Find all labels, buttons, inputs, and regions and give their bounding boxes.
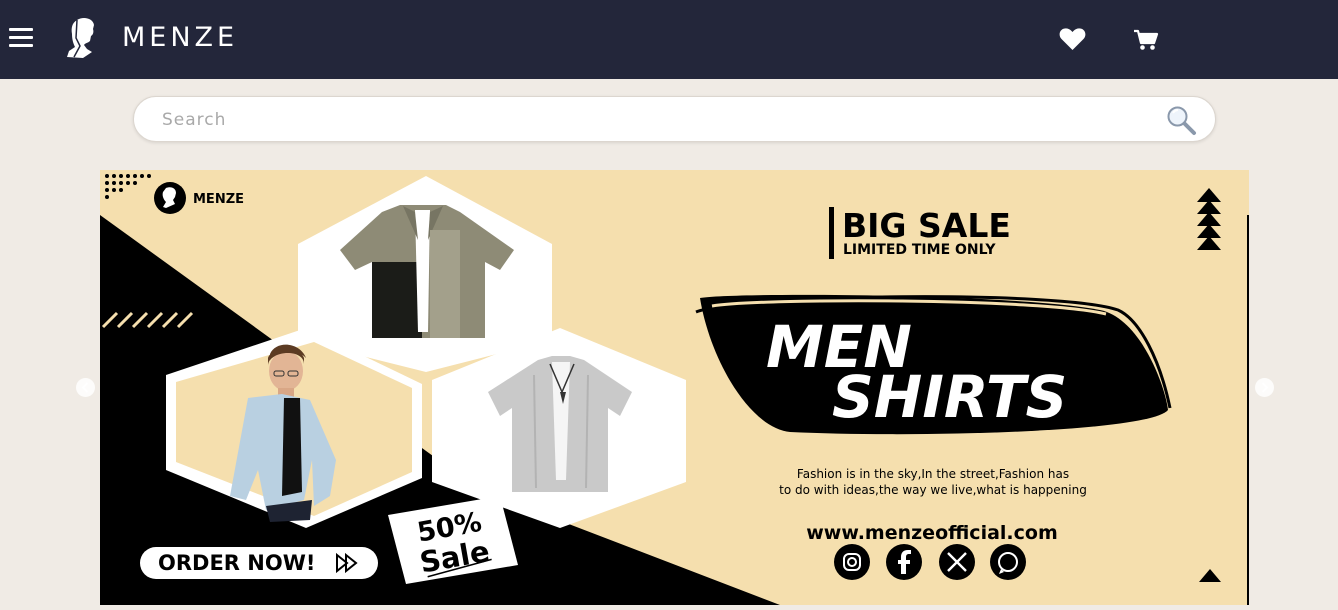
instagram-icon bbox=[834, 544, 870, 580]
limited-time-text: LIMITED TIME ONLY bbox=[843, 242, 996, 258]
order-now-label: ORDER NOW! bbox=[158, 551, 315, 575]
search-bar bbox=[133, 96, 1216, 142]
hamburger-menu-icon[interactable] bbox=[9, 28, 33, 48]
shirts-title: SHIRTS bbox=[832, 363, 1067, 431]
tagline-line-2: to do with ideas,the way we live,what is… bbox=[779, 483, 1087, 497]
order-now-button[interactable]: ORDER NOW! bbox=[140, 547, 378, 579]
chevron-right-icon bbox=[1261, 382, 1269, 393]
whatsapp-icon bbox=[990, 544, 1026, 580]
search-input[interactable] bbox=[162, 106, 1142, 134]
tagline-line-1: Fashion is in the sky,In the street,Fash… bbox=[797, 467, 1069, 481]
cart-icon[interactable] bbox=[1133, 29, 1159, 51]
magnifier-icon[interactable] bbox=[1165, 104, 1197, 136]
carousel-prev-button[interactable] bbox=[76, 378, 95, 397]
big-sale-heading: BIG SALE bbox=[842, 206, 1011, 245]
heart-icon[interactable] bbox=[1059, 27, 1086, 51]
banner-logo-text: MENZE bbox=[193, 192, 244, 207]
website-url: www.menzeofficial.com bbox=[806, 522, 1058, 544]
banner-logo-icon bbox=[154, 182, 186, 214]
chevron-left-icon bbox=[81, 382, 89, 393]
menze-logo-icon[interactable] bbox=[63, 16, 99, 60]
promo-banner[interactable]: MENZE BIG SALE LIMITED TIME ONLY MEN SHI… bbox=[100, 170, 1249, 605]
carousel-next-button[interactable] bbox=[1255, 378, 1274, 397]
x-icon bbox=[939, 544, 975, 580]
facebook-icon bbox=[886, 544, 922, 580]
top-navbar: MENZE bbox=[0, 0, 1338, 79]
brand-name[interactable]: MENZE bbox=[122, 22, 238, 53]
